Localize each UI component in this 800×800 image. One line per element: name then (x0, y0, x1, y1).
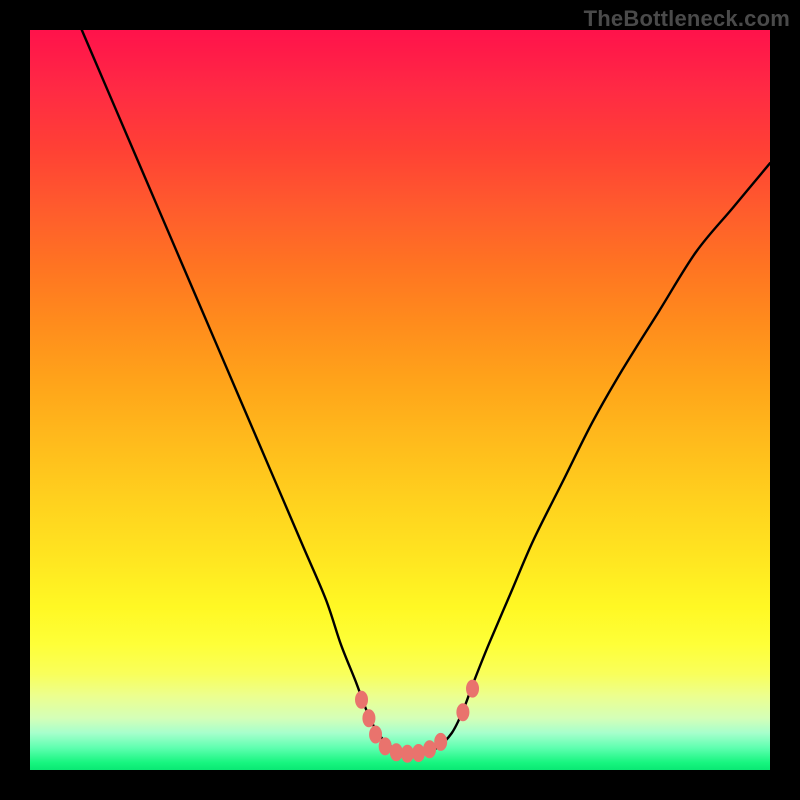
data-marker (362, 709, 375, 727)
data-marker (401, 745, 414, 763)
chart-svg (30, 30, 770, 770)
watermark-text: TheBottleneck.com (584, 6, 790, 32)
data-marker (466, 680, 479, 698)
data-marker (434, 733, 447, 751)
chart-frame: TheBottleneck.com (0, 0, 800, 800)
bottleneck-curve (82, 30, 770, 754)
marker-group (355, 680, 479, 763)
data-marker (379, 737, 392, 755)
data-marker (423, 740, 436, 758)
data-marker (390, 743, 403, 761)
data-marker (456, 703, 469, 721)
curve-group (82, 30, 770, 754)
data-marker (355, 691, 368, 709)
data-marker (412, 744, 425, 762)
plot-area (30, 30, 770, 770)
